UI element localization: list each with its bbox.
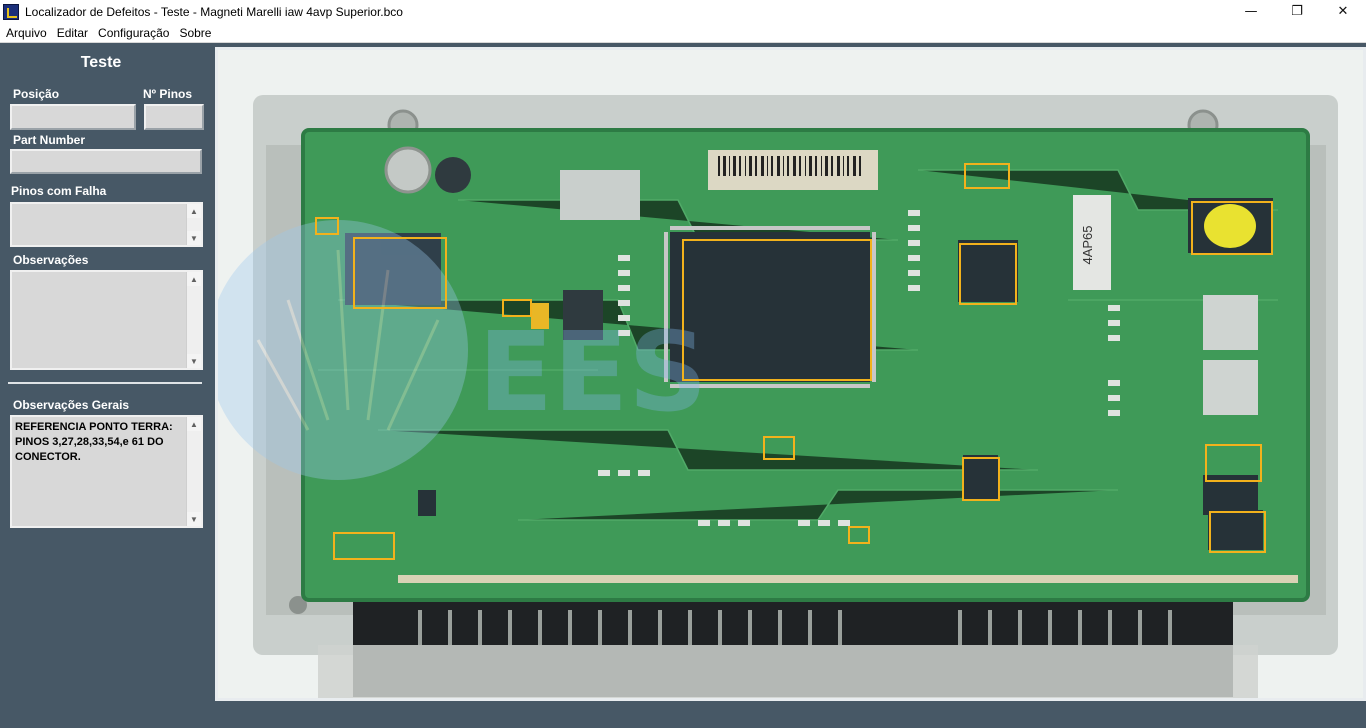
- pinos-falha-textarea[interactable]: ▲ ▼: [10, 202, 203, 247]
- observacoes-gerais-textarea[interactable]: REFERENCIA PONTO TERRA: PINOS 3,27,28,33…: [10, 415, 203, 528]
- panel-title: Teste: [80, 54, 122, 71]
- observacoes-gerais-label: Observações Gerais: [13, 398, 130, 412]
- observacoes-gerais-text: REFERENCIA PONTO TERRA: PINOS 3,27,28,33…: [15, 421, 176, 463]
- observacoes-textarea[interactable]: ▲ ▼: [10, 270, 203, 370]
- partnumber-label: Part Number: [13, 133, 86, 147]
- posicao-input[interactable]: [10, 104, 136, 130]
- observacoes-gerais-scrollbar[interactable]: ▲ ▼: [186, 417, 201, 526]
- observacoes-scrollbar[interactable]: ▲ ▼: [186, 272, 201, 368]
- menu-bar: Arquivo Editar Configuração Sobre: [0, 23, 1366, 43]
- partnumber-input[interactable]: [10, 149, 202, 174]
- minimize-button[interactable]: —: [1228, 0, 1274, 23]
- pinos-falha-label: Pinos com Falha: [11, 184, 107, 198]
- maximize-button[interactable]: ❐: [1274, 0, 1320, 23]
- window-controls: — ❐ ✕: [1228, 0, 1366, 23]
- observacoes-label: Observações: [13, 253, 89, 267]
- chip-label-text: 4AP65: [1080, 225, 1095, 264]
- close-button[interactable]: ✕: [1320, 0, 1366, 23]
- npinos-input[interactable]: [144, 104, 204, 130]
- menu-arquivo[interactable]: Arquivo: [2, 26, 51, 40]
- menu-configuracao[interactable]: Configuração: [94, 26, 173, 40]
- scroll-down-icon[interactable]: ▼: [187, 512, 201, 526]
- board-image: 4AP65 EES: [215, 47, 1366, 701]
- app-icon: [3, 3, 19, 20]
- scroll-down-icon[interactable]: ▼: [187, 231, 201, 245]
- scroll-down-icon[interactable]: ▼: [187, 354, 201, 368]
- menu-sobre[interactable]: Sobre: [175, 26, 215, 40]
- posicao-label: Posição: [13, 87, 60, 101]
- title-bar: Localizador de Defeitos - Teste - Magnet…: [0, 0, 1366, 23]
- left-panel: Teste Posição Nº Pinos Part Number Pinos…: [0, 43, 210, 728]
- scroll-up-icon[interactable]: ▲: [187, 272, 201, 286]
- scroll-up-icon[interactable]: ▲: [187, 204, 201, 218]
- scroll-up-icon[interactable]: ▲: [187, 417, 201, 431]
- window-title: Localizador de Defeitos - Teste - Magnet…: [25, 4, 403, 19]
- npinos-label: Nº Pinos: [143, 87, 193, 101]
- menu-editar[interactable]: Editar: [53, 26, 92, 40]
- pinos-falha-scrollbar[interactable]: ▲ ▼: [186, 204, 201, 245]
- svg-text:EES: EES: [478, 308, 708, 436]
- panel-divider: [8, 382, 202, 384]
